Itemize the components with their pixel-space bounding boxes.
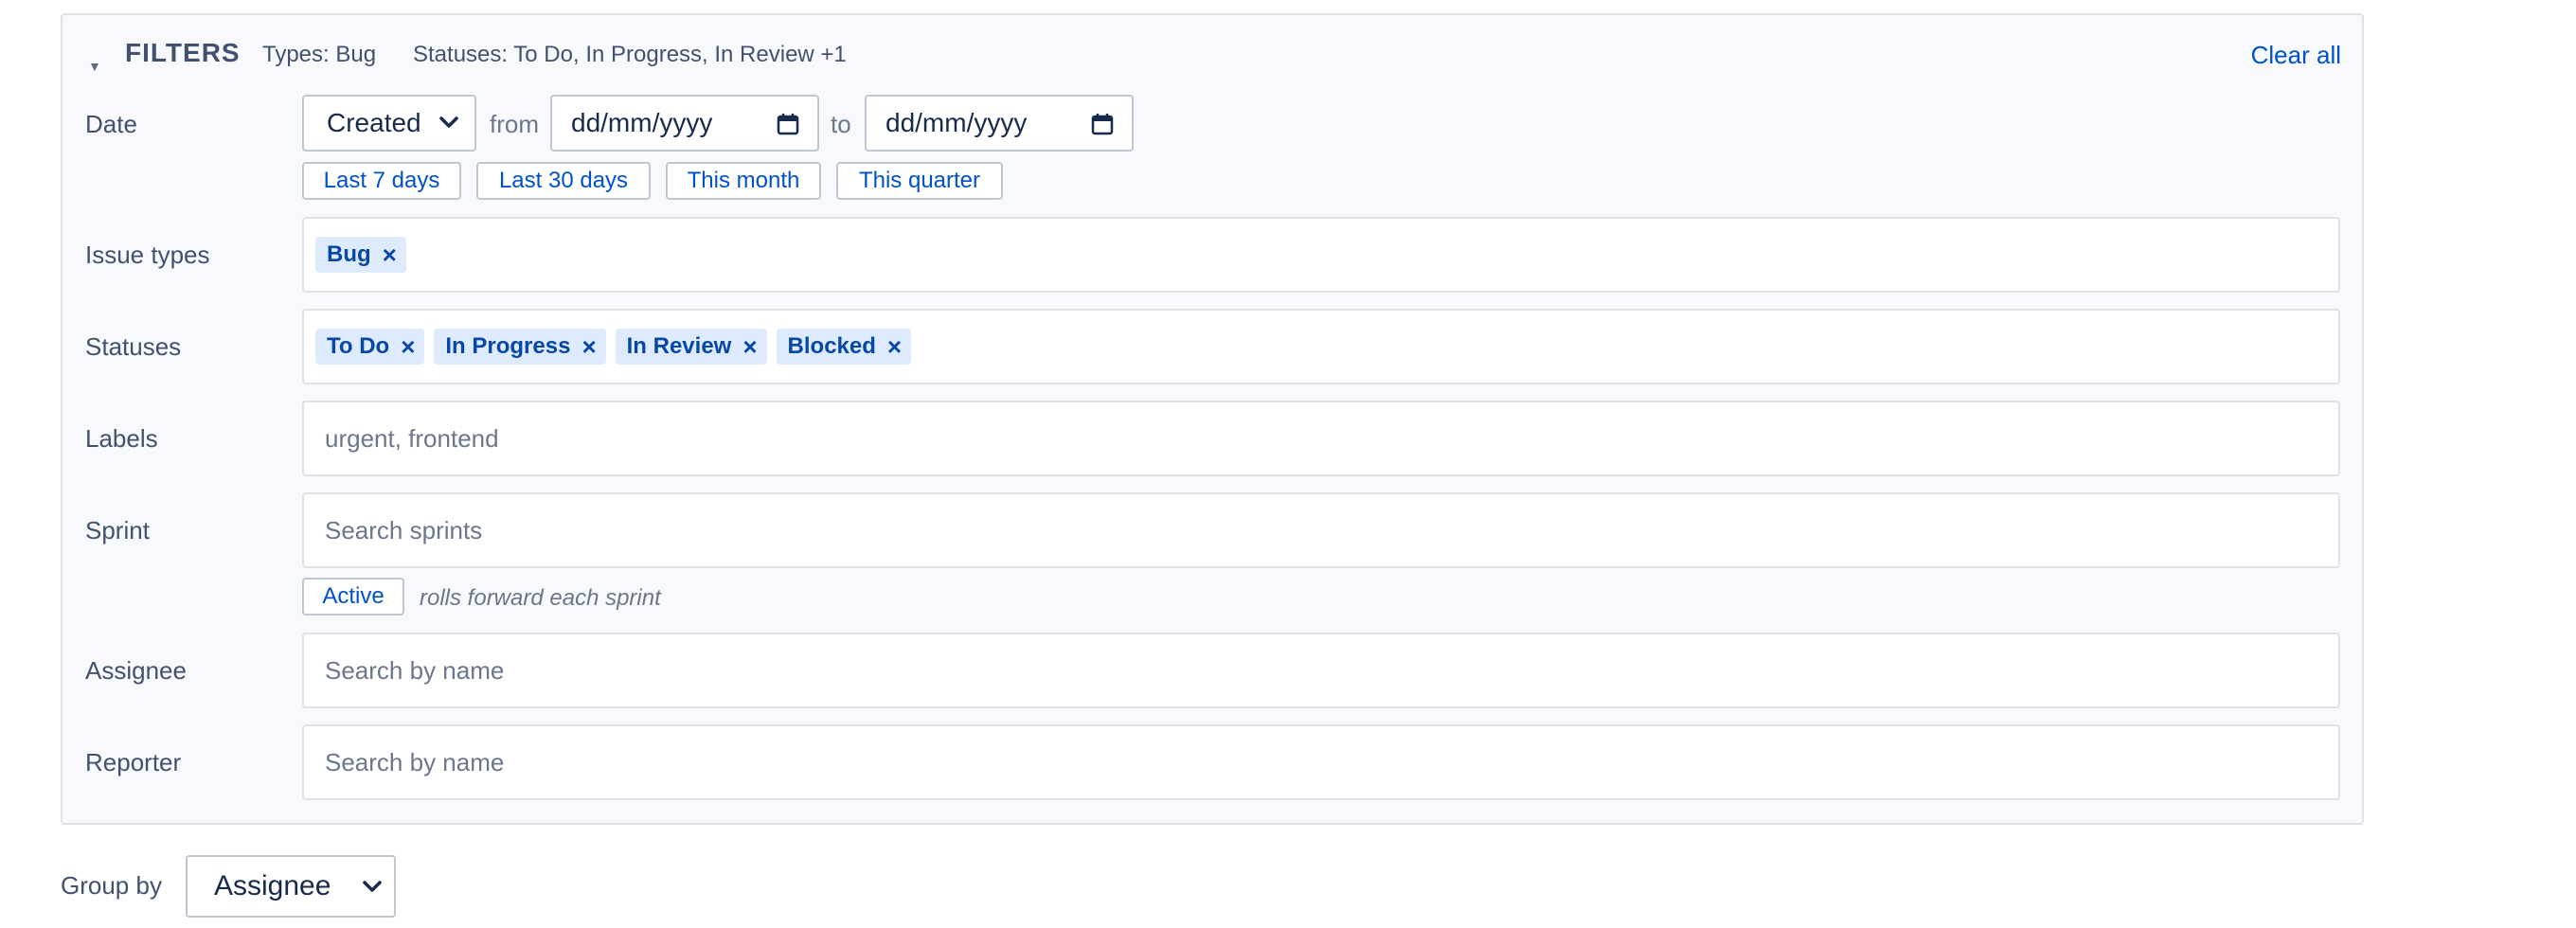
date-from-value: dd/mm/yyyy <box>571 108 713 137</box>
tag-label: In Review <box>626 333 732 359</box>
filters-summary-statuses: Statuses: To Do, In Progress, In Review … <box>413 42 847 67</box>
sprint-label: Sprint <box>85 516 150 544</box>
date-to-word: to <box>831 110 851 138</box>
assignee-placeholder: Search by name <box>325 655 505 685</box>
sprint-search-input[interactable]: Search sprints <box>302 492 2340 568</box>
tag-label: In Progress <box>445 333 571 359</box>
issue-types-label: Issue types <box>85 241 210 269</box>
date-field-value: Created <box>327 108 421 137</box>
statuses-label: Statuses <box>85 332 182 361</box>
group-by-label: Group by <box>61 871 162 900</box>
preset-this-month[interactable]: This month <box>666 162 821 200</box>
issue-types-field[interactable]: Bug × <box>302 217 2340 293</box>
remove-tag-icon[interactable]: × <box>401 332 415 362</box>
date-label: Date <box>85 110 137 138</box>
filters-panel: ▼ FILTERS Types: Bug Statuses: To Do, In… <box>61 13 2364 825</box>
assignee-search-input[interactable]: Search by name <box>302 633 2340 708</box>
remove-tag-icon[interactable]: × <box>581 332 596 362</box>
statuses-field[interactable]: To Do × In Progress × In Review × Blocke… <box>302 309 2340 384</box>
labels-label: Labels <box>85 424 158 453</box>
preset-this-quarter[interactable]: This quarter <box>836 162 1003 200</box>
reporter-search-input[interactable]: Search by name <box>302 724 2340 800</box>
caret-down-icon[interactable]: ▼ <box>88 59 101 74</box>
date-from-word: from <box>490 110 539 138</box>
sprint-active-note: rolls forward each sprint <box>420 585 661 611</box>
tag-label: To Do <box>327 333 390 359</box>
preset-last-7-days[interactable]: Last 7 days <box>302 162 461 200</box>
calendar-icon[interactable] <box>776 112 800 136</box>
remove-tag-icon[interactable]: × <box>383 241 397 270</box>
labels-placeholder: urgent, frontend <box>325 423 499 453</box>
chevron-down-icon <box>363 881 382 892</box>
tag-in-review: In Review × <box>615 329 767 365</box>
sprint-placeholder: Search sprints <box>325 515 483 544</box>
assignee-label: Assignee <box>85 656 187 685</box>
reporter-label: Reporter <box>85 748 182 776</box>
calendar-icon[interactable] <box>1090 112 1115 136</box>
filters-summary-types: Types: Bug <box>262 42 377 67</box>
remove-tag-icon[interactable]: × <box>742 332 757 362</box>
date-field-select[interactable]: Created <box>302 95 476 152</box>
date-to-input[interactable]: dd/mm/yyyy <box>865 95 1134 152</box>
sprint-active-chip[interactable]: Active <box>302 578 404 616</box>
tag-label: Bug <box>327 241 371 267</box>
preset-last-30-days[interactable]: Last 30 days <box>476 162 651 200</box>
filters-title[interactable]: FILTERS <box>125 38 241 68</box>
group-by-select[interactable]: Assignee <box>186 855 396 918</box>
labels-input[interactable]: urgent, frontend <box>302 401 2340 476</box>
reporter-placeholder: Search by name <box>325 747 505 776</box>
date-to-value: dd/mm/yyyy <box>886 108 1028 137</box>
date-from-input[interactable]: dd/mm/yyyy <box>550 95 819 152</box>
tag-label: Blocked <box>787 333 876 359</box>
group-by-value: Assignee <box>214 870 331 901</box>
tag-to-do: To Do × <box>315 329 425 365</box>
remove-tag-icon[interactable]: × <box>887 332 902 362</box>
chevron-down-icon <box>439 116 458 128</box>
tag-in-progress: In Progress × <box>434 329 606 365</box>
clear-all-link[interactable]: Clear all <box>2251 41 2341 70</box>
tag-blocked: Blocked × <box>776 329 912 365</box>
tag-bug: Bug × <box>315 237 406 273</box>
